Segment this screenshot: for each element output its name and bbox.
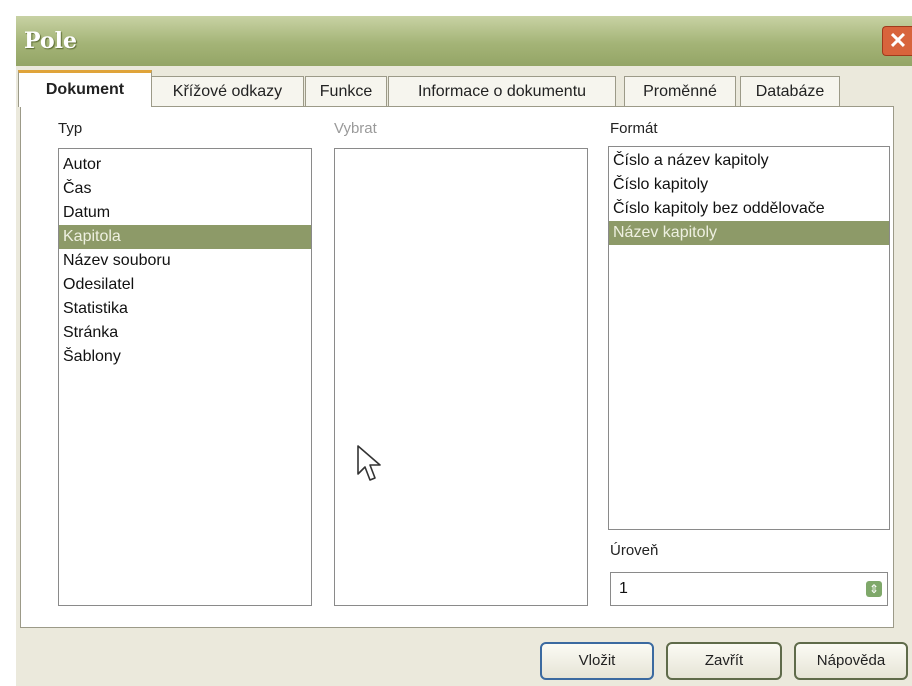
- list-item[interactable]: Číslo kapitoly: [609, 173, 889, 197]
- level-spin-field[interactable]: 1 ⇕: [610, 572, 888, 606]
- list-item[interactable]: Odesilatel: [59, 273, 311, 297]
- select-label: Vybrat: [334, 120, 377, 137]
- select-listbox[interactable]: [334, 148, 588, 606]
- list-item-selected[interactable]: Kapitola: [59, 225, 311, 249]
- close-button[interactable]: Zavřít: [666, 642, 782, 680]
- format-listbox[interactable]: Číslo a název kapitoly Číslo kapitoly Čí…: [608, 146, 890, 530]
- list-item[interactable]: Statistika: [59, 297, 311, 321]
- window-title: Pole: [24, 28, 77, 54]
- insert-button[interactable]: Vložit: [540, 642, 654, 680]
- tab-funkce[interactable]: Funkce: [305, 76, 387, 106]
- list-item[interactable]: Čas: [59, 177, 311, 201]
- type-listbox[interactable]: Autor Čas Datum Kapitola Název souboru O…: [58, 148, 312, 606]
- list-item[interactable]: Název souboru: [59, 249, 311, 273]
- type-label: Typ: [58, 120, 83, 137]
- list-item-selected[interactable]: Název kapitoly: [609, 221, 889, 245]
- list-item[interactable]: Číslo a název kapitoly: [609, 149, 889, 173]
- format-label: Formát: [610, 120, 658, 137]
- tab-databaze[interactable]: Databáze: [740, 76, 840, 106]
- list-item[interactable]: Autor: [59, 153, 311, 177]
- mouse-pointer-icon: [357, 445, 381, 481]
- tab-promenne[interactable]: Proměnné: [624, 76, 736, 106]
- list-item[interactable]: Číslo kapitoly bez oddělovače: [609, 197, 889, 221]
- level-label: Úroveň: [610, 542, 659, 559]
- list-item[interactable]: Datum: [59, 201, 311, 225]
- list-item[interactable]: Šablony: [59, 345, 311, 369]
- help-button[interactable]: Nápověda: [794, 642, 908, 680]
- close-window-button[interactable]: ✕: [882, 26, 912, 56]
- tab-dokument[interactable]: Dokument: [18, 70, 152, 107]
- list-item[interactable]: Stránka: [59, 321, 311, 345]
- title-bar[interactable]: Pole ✕: [16, 16, 912, 66]
- spin-arrows-icon[interactable]: ⇕: [866, 581, 882, 597]
- tab-informace-o-dokumentu[interactable]: Informace o dokumentu: [388, 76, 616, 106]
- tab-krizove-odkazy[interactable]: Křížové odkazy: [151, 76, 304, 106]
- level-value: 1: [619, 580, 628, 597]
